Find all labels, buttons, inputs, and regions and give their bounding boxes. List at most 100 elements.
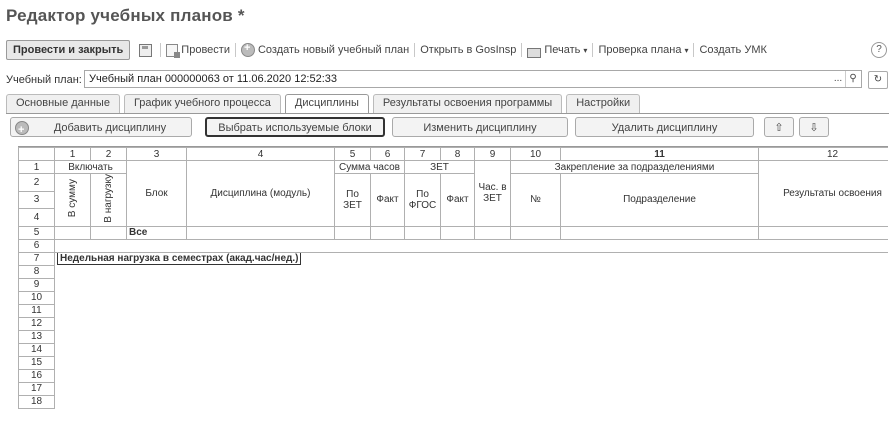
select-blocks-button[interactable]: Выбрать используемые блоки bbox=[205, 117, 385, 137]
grid-cell[interactable] bbox=[440, 225, 475, 240]
create-umk-label: Создать УМК bbox=[699, 44, 767, 56]
empty-row bbox=[55, 330, 889, 343]
tab-disciplines[interactable]: Дисциплины bbox=[284, 94, 369, 113]
print-label: Печать bbox=[544, 44, 581, 56]
check-plan-button[interactable]: Проверка плана ▾ bbox=[593, 43, 695, 57]
add-discipline-button[interactable]: Добавить дисциплину bbox=[10, 117, 192, 140]
plan-grid[interactable]: 1 2 3 4 5 6 7 8 9 10 11 12 1 Включать Бл… bbox=[18, 146, 888, 435]
grid-cell[interactable] bbox=[510, 225, 561, 240]
grid-cell[interactable] bbox=[474, 225, 511, 240]
col-number: 1 bbox=[54, 147, 91, 161]
tab-results[interactable]: Результаты освоения программы bbox=[372, 94, 563, 113]
row-number: 18 bbox=[18, 394, 55, 409]
help-button[interactable]: ? bbox=[871, 42, 887, 58]
row-number: 10 bbox=[18, 290, 55, 305]
create-plan-button[interactable]: Создать новый учебный план bbox=[236, 42, 416, 57]
grid-cell[interactable] bbox=[54, 225, 91, 240]
print-button[interactable]: Печать ▾ bbox=[522, 43, 594, 58]
header-in-sum: В сумму bbox=[54, 173, 91, 227]
row-number: 7 bbox=[18, 251, 55, 266]
plan-label: Учебный план: bbox=[6, 74, 82, 86]
search-icon[interactable]: ⚲ bbox=[845, 71, 860, 87]
move-down-button[interactable]: ⇩ bbox=[799, 117, 829, 137]
empty-row bbox=[55, 382, 889, 395]
grid-cell[interactable] bbox=[404, 225, 441, 240]
table-row: 9 bbox=[18, 277, 889, 292]
edit-discipline-button[interactable]: Изменить дисциплину bbox=[392, 117, 568, 137]
empty-row bbox=[54, 238, 888, 253]
table-row: 16 bbox=[18, 368, 889, 383]
col-number: 9 bbox=[474, 147, 511, 161]
col-number: 5 bbox=[334, 147, 371, 161]
empty-row bbox=[55, 278, 889, 291]
row-number: 13 bbox=[18, 329, 55, 344]
refresh-icon[interactable]: ↻ bbox=[868, 71, 888, 89]
grid-cell[interactable] bbox=[758, 225, 888, 240]
toolbar: Провести и закрыть Провести Создать новы… bbox=[6, 38, 772, 62]
col-number: 7 bbox=[404, 147, 441, 161]
table-row: 10 bbox=[18, 290, 889, 305]
table-row: 15 bbox=[18, 355, 889, 370]
plus-circle-icon bbox=[15, 120, 29, 140]
grid-cell[interactable] bbox=[334, 225, 371, 240]
window-title: Редактор учебных планов * bbox=[6, 6, 245, 25]
arrow-down-icon: ⇩ bbox=[809, 122, 819, 134]
delete-discipline-button[interactable]: Удалить дисциплину bbox=[575, 117, 754, 137]
open-gosinsp-button[interactable]: Открыть в GosInsp bbox=[415, 43, 523, 57]
col-number: 2 bbox=[90, 147, 127, 161]
move-up-button[interactable]: ⇧ bbox=[764, 117, 794, 137]
header-block: Блок bbox=[126, 160, 187, 227]
post-button[interactable]: Провести bbox=[161, 43, 236, 58]
corner-cell bbox=[18, 147, 55, 161]
block-all-cell[interactable]: Все bbox=[126, 225, 187, 240]
table-row: 14 bbox=[18, 342, 889, 357]
header-fact-zet: Факт bbox=[440, 173, 475, 227]
row-number: 15 bbox=[18, 355, 55, 370]
col-number: 8 bbox=[440, 147, 475, 161]
row-number: 17 bbox=[18, 381, 55, 396]
row-number: 3 bbox=[18, 190, 55, 210]
header-discipline: Дисциплина (модуль) bbox=[186, 160, 335, 227]
post-and-close-button[interactable]: Провести и закрыть bbox=[6, 40, 131, 60]
grid-cell[interactable] bbox=[186, 225, 335, 240]
open-gosinsp-label: Открыть в GosInsp bbox=[420, 44, 517, 56]
weekly-load-cell: Недельная нагрузка в семестрах (акад.час… bbox=[55, 252, 371, 266]
grid-cell[interactable] bbox=[560, 225, 759, 240]
chevron-down-icon: ▾ bbox=[684, 45, 689, 55]
empty-row bbox=[55, 265, 889, 278]
table-row: 18 bbox=[18, 394, 889, 409]
plan-select-button[interactable]: ... bbox=[832, 71, 844, 87]
col-number: 4 bbox=[186, 147, 335, 161]
row-number: 14 bbox=[18, 342, 55, 357]
row-number: 1 bbox=[18, 160, 55, 174]
header-fact: Факт bbox=[370, 173, 405, 227]
col-number: 10 bbox=[510, 147, 561, 161]
tab-schedule[interactable]: График учебного процесса bbox=[123, 94, 281, 113]
empty-row bbox=[55, 369, 889, 382]
row-number: 6 bbox=[18, 238, 55, 253]
tab-bar: Основные данные График учебного процесса… bbox=[6, 94, 644, 114]
empty-cell bbox=[371, 252, 889, 265]
table-row: 12 bbox=[18, 316, 889, 331]
table-row: 11 bbox=[18, 303, 889, 318]
empty-row bbox=[55, 343, 889, 356]
grid-cell[interactable] bbox=[90, 225, 127, 240]
tab-main-data[interactable]: Основные данные bbox=[6, 94, 120, 113]
add-discipline-label: Добавить дисциплину bbox=[53, 122, 167, 134]
save-button[interactable] bbox=[134, 43, 162, 57]
header-no: № bbox=[510, 173, 561, 227]
empty-row bbox=[55, 317, 889, 330]
header-division: Подразделение bbox=[560, 173, 759, 227]
plan-field[interactable]: Учебный план 000000063 от 11.06.2020 12:… bbox=[84, 70, 862, 88]
header-in-sum-label: В сумму bbox=[67, 179, 78, 218]
header-zet: ЗЕТ bbox=[404, 160, 475, 174]
table-row: 13 bbox=[18, 329, 889, 344]
header-results: Результаты освоения bbox=[758, 160, 888, 227]
plus-circle-icon bbox=[240, 42, 255, 57]
table-row: 17 bbox=[18, 381, 889, 396]
tab-settings[interactable]: Настройки bbox=[566, 94, 641, 113]
check-plan-label: Проверка плана bbox=[598, 44, 682, 56]
grid-cell[interactable] bbox=[370, 225, 405, 240]
create-plan-label: Создать новый учебный план bbox=[257, 44, 410, 56]
create-umk-button[interactable]: Создать УМК bbox=[694, 43, 771, 57]
